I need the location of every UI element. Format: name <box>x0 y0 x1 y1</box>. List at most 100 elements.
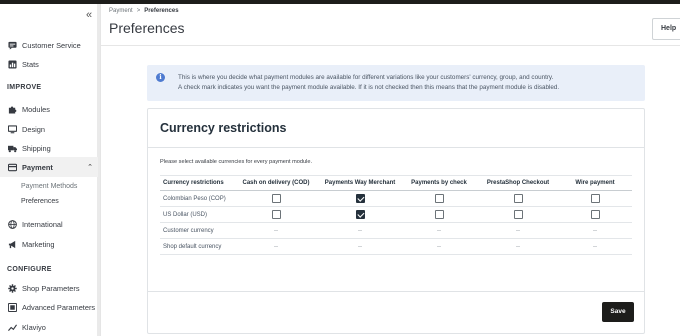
sidebar-item-international[interactable]: International <box>0 214 98 234</box>
alert-line-2: A check mark indicates you want the paym… <box>178 84 560 91</box>
sidebar-item-label: Klaviyo <box>22 322 46 332</box>
chevron-up-icon[interactable]: ⌃ <box>87 163 93 171</box>
column-header: Payments Way Merchant <box>320 175 400 191</box>
empty-cell: -- <box>232 222 320 239</box>
table-cell <box>558 206 632 223</box>
row-label: Shop default currency <box>160 238 232 255</box>
table-cell <box>400 206 478 223</box>
truck-icon <box>7 143 17 153</box>
column-header: Currency restrictions <box>160 175 232 191</box>
sidebar-item-shop-parameters[interactable]: Shop Parameters <box>0 278 98 298</box>
chart-line-icon <box>7 322 17 332</box>
table-cell <box>320 190 400 207</box>
save-button[interactable]: Save <box>602 302 634 322</box>
checkbox[interactable] <box>271 194 281 203</box>
checkbox-checked[interactable] <box>355 194 365 203</box>
sidebar: « Customer Service Stats IMPROVE Modules… <box>0 4 101 336</box>
sidebar-subitem-preferences[interactable]: Preferences <box>21 198 59 205</box>
gear-icon <box>7 283 17 293</box>
row-label: US Dollar (USD) <box>160 206 232 223</box>
checkbox[interactable] <box>590 194 600 203</box>
table-header-row: Currency restrictions Cash on delivery (… <box>160 175 632 191</box>
empty-cell: -- <box>400 222 478 239</box>
sidebar-item-label: Payment <box>22 162 53 172</box>
sidebar-item-label: International <box>22 219 63 229</box>
sidebar-item-marketing[interactable]: Marketing <box>0 234 98 254</box>
sidebar-item-modules[interactable]: Modules <box>0 99 98 119</box>
sidebar-item-label: Shop Parameters <box>22 283 80 293</box>
section-improve: IMPROVE <box>7 84 42 91</box>
info-icon: i <box>156 73 165 82</box>
table-cell <box>478 190 558 207</box>
sidebar-item-label: Advanced Parameters <box>22 302 96 312</box>
sidebar-item-label: Customer Service <box>22 40 81 50</box>
table-cell <box>558 190 632 207</box>
checkbox[interactable] <box>434 210 444 219</box>
breadcrumb-payment[interactable]: Payment <box>109 8 133 14</box>
card-title: Currency restrictions <box>160 121 287 135</box>
globe-icon <box>7 219 17 229</box>
card-divider <box>148 147 644 148</box>
settings-icon <box>7 302 17 312</box>
collapse-sidebar-icon[interactable]: « <box>82 9 96 21</box>
checkbox[interactable] <box>590 210 600 219</box>
column-header: Payments by check <box>400 175 478 191</box>
table-cell <box>232 190 320 207</box>
empty-cell: -- <box>478 222 558 239</box>
sidebar-item-shipping[interactable]: Shipping <box>0 138 98 158</box>
sidebar-item-payment[interactable]: Payment ⌃ <box>0 157 98 177</box>
checkbox-checked[interactable] <box>355 210 365 219</box>
table-cell <box>400 190 478 207</box>
breadcrumb: Payment > Preferences <box>109 8 179 14</box>
table-row: Shop default currency -- -- -- -- -- <box>160 238 632 255</box>
alert-text: This is where you decide what payment mo… <box>178 73 638 93</box>
table-cell <box>320 206 400 223</box>
sidebar-item-stats[interactable]: Stats <box>0 54 98 74</box>
column-header: Wire payment <box>558 175 632 191</box>
info-alert: i This is where you decide what payment … <box>147 65 645 101</box>
checkbox[interactable] <box>513 194 523 203</box>
sidebar-item-label: Modules <box>22 104 50 114</box>
checkbox[interactable] <box>513 210 523 219</box>
breadcrumb-separator: > <box>136 8 141 14</box>
row-label: Customer currency <box>160 222 232 239</box>
card-footer-divider <box>148 291 644 292</box>
sidebar-item-label: Stats <box>22 59 39 69</box>
help-button[interactable]: Help <box>652 18 680 40</box>
row-label: Colombian Peso (COP) <box>160 190 232 207</box>
column-header: PrestaShop Checkout <box>478 175 558 191</box>
sidebar-item-klaviyo[interactable]: Klaviyo <box>0 317 98 336</box>
empty-cell: -- <box>320 222 400 239</box>
header-divider <box>101 45 680 46</box>
empty-cell: -- <box>478 238 558 255</box>
checkbox[interactable] <box>271 210 281 219</box>
sidebar-item-advanced-parameters[interactable]: Advanced Parameters <box>0 297 98 317</box>
card-description: Please select available currencies for e… <box>160 159 313 165</box>
sidebar-item-customer-service[interactable]: Customer Service <box>0 35 98 55</box>
chat-icon <box>7 40 17 50</box>
table-row: Customer currency -- -- -- -- -- <box>160 222 632 239</box>
currency-restrictions-card: Currency restrictions Please select avai… <box>147 108 645 334</box>
sidebar-item-label: Shipping <box>22 143 51 153</box>
sidebar-item-label: Design <box>22 124 46 134</box>
sidebar-item-design[interactable]: Design <box>0 119 98 139</box>
empty-cell: -- <box>232 238 320 255</box>
puzzle-icon <box>7 104 17 114</box>
table-cell <box>478 206 558 223</box>
megaphone-icon <box>7 239 17 249</box>
empty-cell: -- <box>558 222 632 239</box>
monitor-icon <box>7 124 17 134</box>
column-header: Cash on delivery (COD) <box>232 175 320 191</box>
checkbox[interactable] <box>434 194 444 203</box>
empty-cell: -- <box>400 238 478 255</box>
sidebar-item-label: Marketing <box>22 239 55 249</box>
table-cell <box>232 206 320 223</box>
breadcrumb-current: Preferences <box>144 8 179 14</box>
empty-cell: -- <box>320 238 400 255</box>
sidebar-subitem-payment-methods[interactable]: Payment Methods <box>21 183 77 190</box>
section-configure: CONFIGURE <box>7 266 52 273</box>
table-row: Colombian Peso (COP) <box>160 190 632 207</box>
currency-restrictions-table: Currency restrictions Cash on delivery (… <box>160 175 632 255</box>
alert-line-1: This is where you decide what payment mo… <box>178 74 554 81</box>
top-bar <box>0 0 680 4</box>
